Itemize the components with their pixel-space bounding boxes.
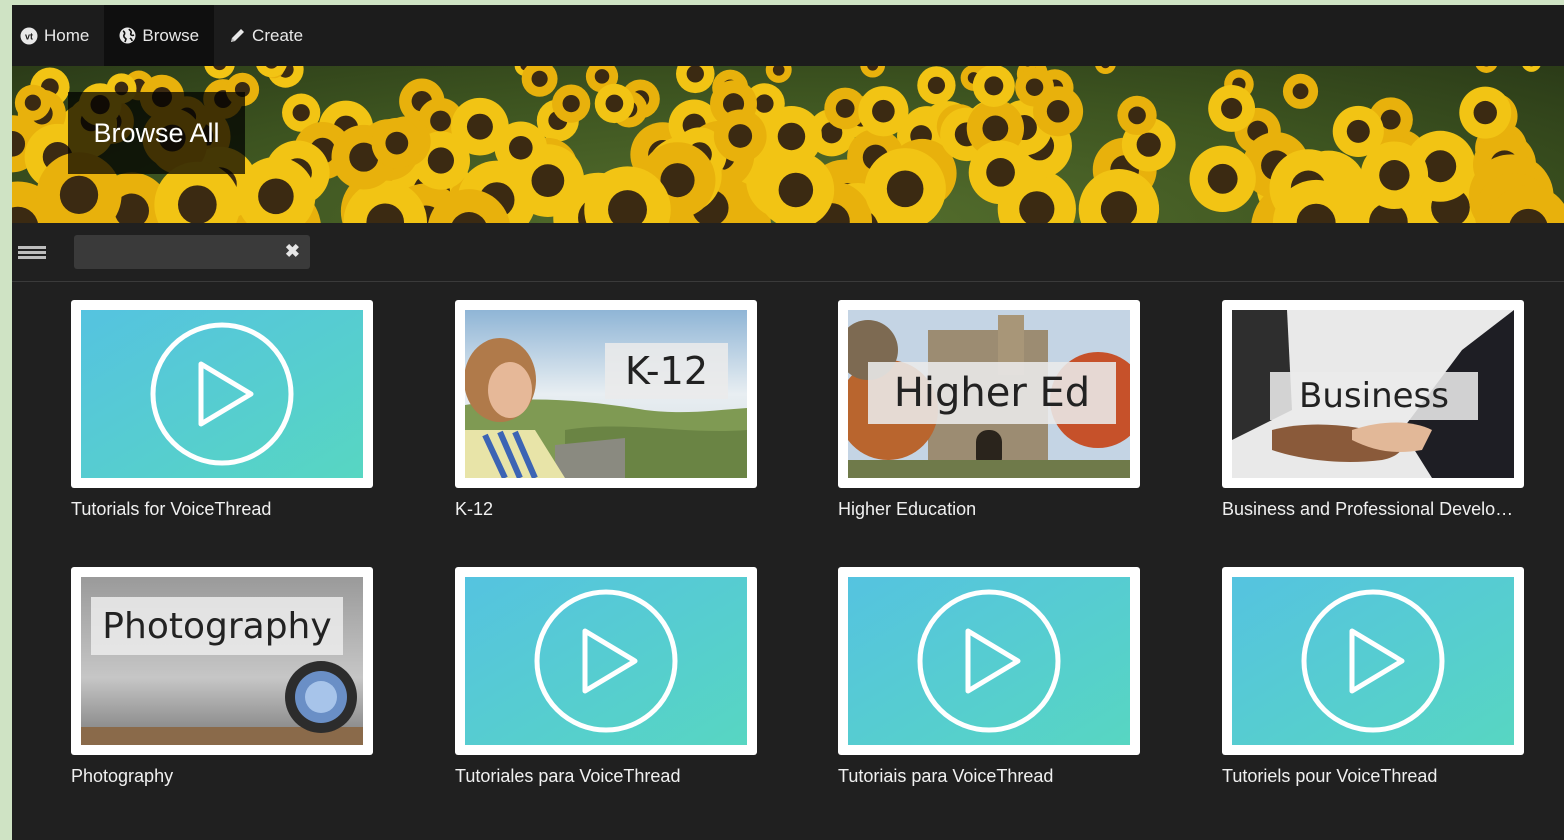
play-icon — [1232, 577, 1233, 578]
card-title: Tutoriales para VoiceThread — [455, 766, 681, 786]
category-card[interactable]: Tutoriales para VoiceThread — [455, 567, 757, 787]
k12-photo: K-12 — [465, 310, 747, 478]
category-card[interactable]: Tutoriais para VoiceThread — [838, 567, 1140, 787]
category-card[interactable]: Tutorials for VoiceThread — [71, 300, 373, 520]
card-thumbnail — [71, 300, 373, 488]
nav-home-label: Home — [44, 25, 90, 45]
business-photo: Business — [1232, 310, 1514, 478]
card-title: Tutorials for VoiceThread — [71, 499, 272, 519]
toolbar: ✖ — [12, 223, 1564, 282]
card-title: Higher Education — [838, 499, 977, 519]
card-thumbnail: K-12 — [455, 300, 757, 488]
search-input[interactable] — [74, 242, 276, 262]
nav-create[interactable]: Create — [214, 5, 318, 66]
card-thumbnail: Photography — [71, 567, 373, 755]
play-icon — [81, 310, 82, 311]
tutorial-thumbnail — [81, 310, 363, 478]
category-card[interactable]: Higher Ed Higher Education — [838, 300, 1140, 520]
category-card[interactable]: Photography Photography — [71, 567, 373, 787]
pencil-icon — [229, 27, 246, 44]
category-card[interactable]: Tutoriels pour VoiceThread — [1222, 567, 1524, 787]
voicethread-app: vt Home Browse Create Browse All ✖ Tutor… — [12, 5, 1564, 840]
card-thumbnail — [838, 567, 1140, 755]
category-card[interactable]: K-12 K-12 — [455, 300, 757, 520]
nav-create-label: Create — [252, 25, 304, 45]
card-thumbnail — [1222, 567, 1524, 755]
nav-browse-label: Browse — [142, 25, 200, 45]
top-nav: vt Home Browse Create — [12, 5, 1564, 66]
tutorial-thumbnail — [1232, 577, 1514, 745]
nav-browse[interactable]: Browse — [104, 5, 215, 66]
svg-text:vt: vt — [25, 31, 33, 41]
category-card[interactable]: Business Business and Professional Devel… — [1222, 300, 1524, 520]
clear-search-icon[interactable]: ✖ — [285, 241, 300, 262]
card-thumbnail: Business — [1222, 300, 1524, 488]
search-box: ✖ — [74, 235, 310, 269]
play-icon — [848, 577, 849, 578]
photography-photo: Photography — [81, 577, 363, 745]
thumbnail-caption: K-12 — [605, 343, 728, 399]
thumbnail-caption: Business — [1270, 372, 1478, 420]
globe-icon — [119, 27, 136, 44]
card-title: K-12 — [455, 499, 494, 519]
card-title: Photography — [71, 766, 174, 786]
thumbnail-caption: Higher Ed — [868, 362, 1116, 424]
card-thumbnail: Higher Ed — [838, 300, 1140, 488]
card-title: Tutoriais para VoiceThread — [838, 766, 1054, 786]
voicethread-logo-icon: vt — [20, 27, 38, 45]
tutorial-thumbnail — [465, 577, 747, 745]
card-title: Tutoriels pour VoiceThread — [1222, 766, 1438, 786]
play-icon — [465, 577, 466, 578]
tutorial-thumbnail — [848, 577, 1130, 745]
nav-home[interactable]: vt Home — [12, 5, 104, 66]
banner: Browse All — [12, 66, 1564, 223]
card-thumbnail — [455, 567, 757, 755]
card-title: Business and Professional Development — [1222, 499, 1522, 519]
hamburger-menu-icon[interactable] — [18, 244, 46, 261]
thumbnail-caption: Photography — [91, 597, 343, 655]
banner-title: Browse All — [68, 92, 245, 174]
higher-ed-photo: Higher Ed — [848, 310, 1130, 478]
